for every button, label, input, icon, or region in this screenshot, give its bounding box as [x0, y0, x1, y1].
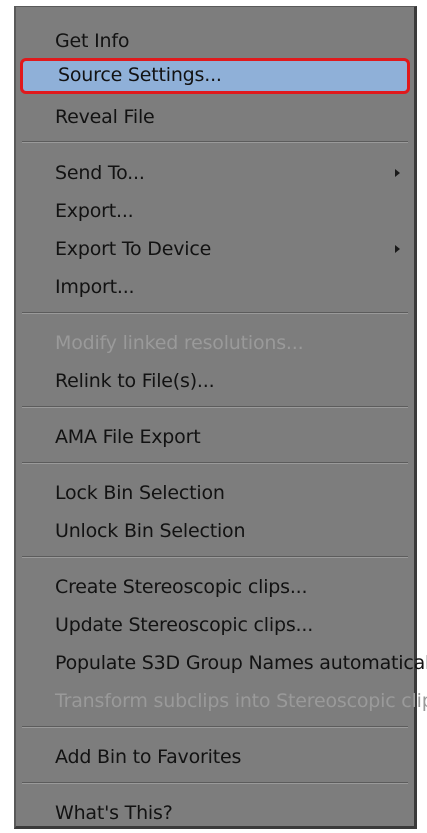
menu-separator	[22, 782, 408, 784]
menu-separator	[22, 312, 408, 314]
menu-item-update-stereoscopic-clips[interactable]: Update Stereoscopic clips...	[16, 608, 414, 642]
menu-separator	[22, 141, 408, 143]
menu-item-reveal-file[interactable]: Reveal File	[16, 100, 414, 134]
menu-item-unlock-bin-selection[interactable]: Unlock Bin Selection	[16, 514, 414, 548]
menu-item-send-to[interactable]: Send To...	[16, 156, 414, 190]
menu-item-label: Send To...	[55, 162, 145, 184]
menu-item-import[interactable]: Import...	[16, 270, 414, 304]
menu-item-get-info[interactable]: Get Info	[16, 24, 414, 58]
menu-item-label: Export To Device	[55, 238, 212, 260]
menu-item-transform-subclips: Transform subclips into Stereoscopic cli…	[55, 690, 427, 712]
menu-item-lock-bin-selection[interactable]: Lock Bin Selection	[16, 476, 414, 510]
menu-item-populate-s3d-group-names[interactable]: Populate S3D Group Names automatically	[16, 646, 427, 680]
menu-item-export-to-device[interactable]: Export To Device	[16, 232, 414, 266]
menu-item-ama-file-export[interactable]: AMA File Export	[16, 420, 414, 454]
menu-item-relink-to-files[interactable]: Relink to File(s)...	[16, 364, 414, 398]
menu-separator	[22, 556, 408, 558]
menu-separator	[22, 462, 408, 464]
menu-separator	[22, 726, 408, 728]
menu-item-export[interactable]: Export...	[16, 194, 414, 228]
menu-item-create-stereoscopic-clips[interactable]: Create Stereoscopic clips...	[16, 570, 414, 604]
context-menu: Get Info Source Settings... Reveal File …	[14, 6, 427, 830]
menu-item-add-bin-to-favorites[interactable]: Add Bin to Favorites	[16, 740, 414, 774]
menu-item-whats-this[interactable]: What's This?	[16, 796, 414, 830]
submenu-arrow-icon	[395, 169, 400, 177]
submenu-arrow-icon	[395, 245, 400, 253]
menu-item-source-settings[interactable]: Source Settings...	[20, 58, 410, 94]
menu-item-modify-linked-resolutions: Modify linked resolutions...	[55, 332, 304, 354]
menu-separator	[22, 406, 408, 408]
